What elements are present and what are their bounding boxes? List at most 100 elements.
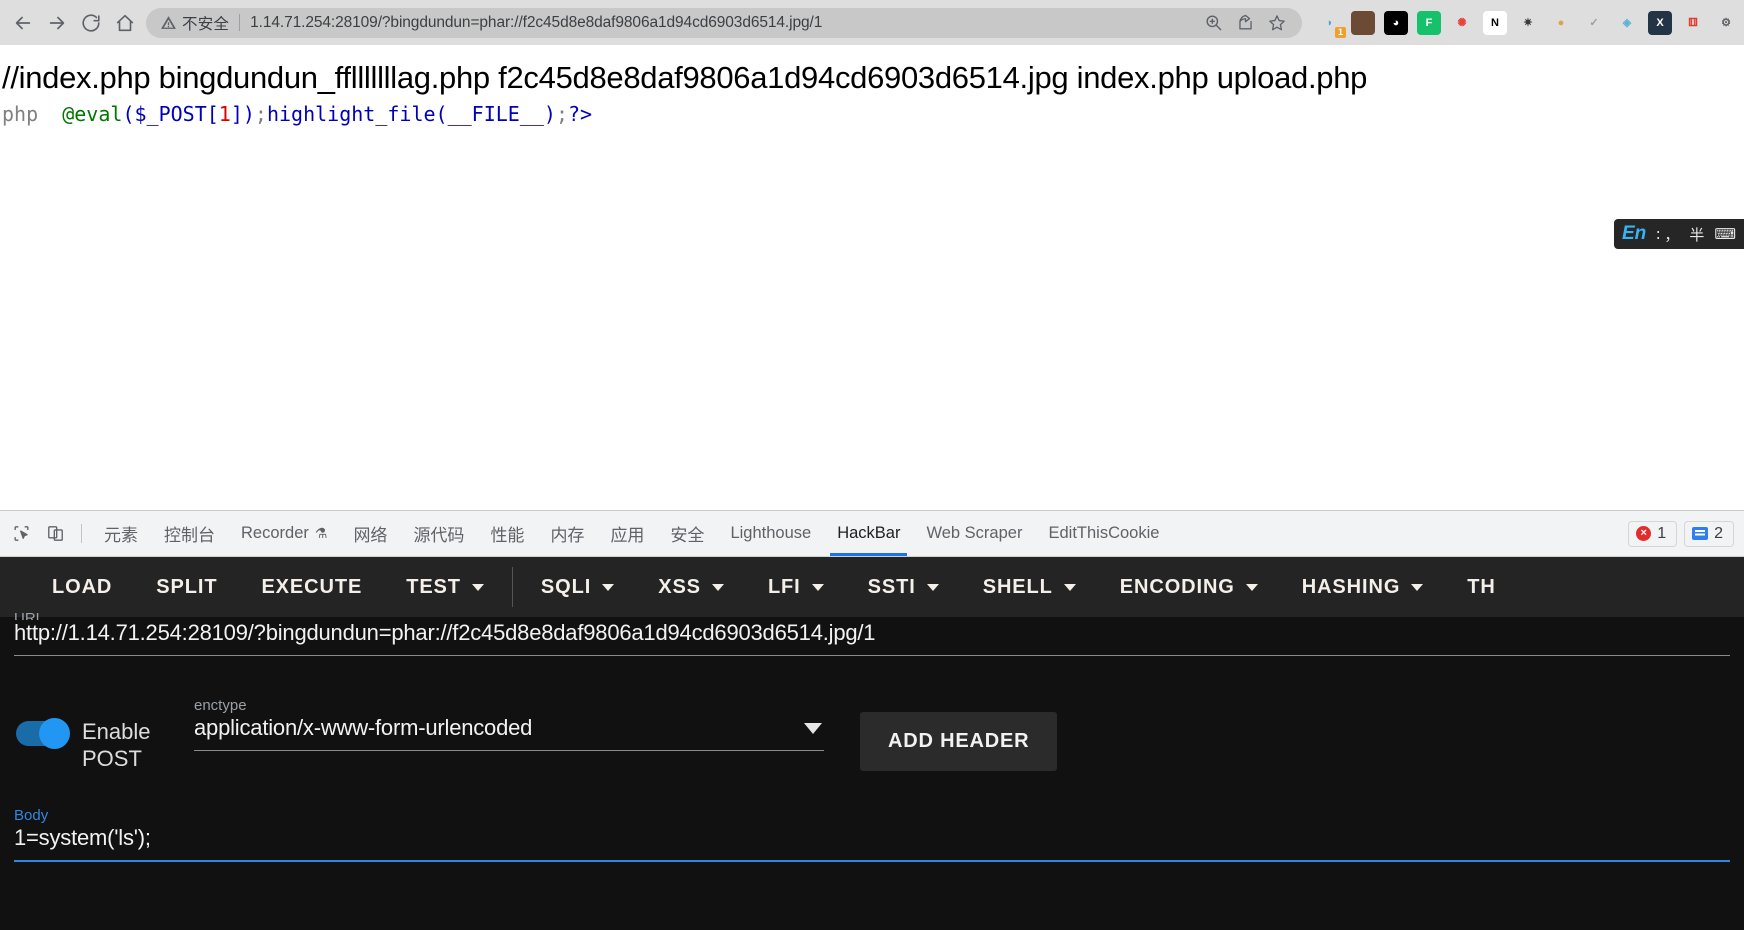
devtools-tab-内存[interactable]: 内存 [537, 511, 597, 556]
devtools-tab-hackbar[interactable]: HackBar [824, 511, 913, 556]
x-extension-icon[interactable]: X [1648, 10, 1672, 35]
ime-language-bar[interactable]: En ∶ ， 半 ⌨ [1613, 219, 1744, 249]
puzzle-extension-icon[interactable]: ⚙ [1714, 11, 1738, 35]
devtools-panel: 元素 控制台 Recorder ⚗ 网络 源代码 性能 内存 应用 安全 Lighthouse Hac… [0, 510, 1744, 930]
checkmark-extension-icon[interactable]: ✓ [1582, 11, 1606, 35]
notion-icon[interactable]: N [1483, 10, 1507, 35]
php-semicolon-2: ; [555, 102, 569, 126]
wappalyzer-icon[interactable]: ✷ [1516, 11, 1540, 35]
hackbar-test-button[interactable]: TEST [384, 576, 506, 599]
hackbar-sqli-button[interactable]: SQLI [519, 576, 636, 599]
hackbar-execute-button[interactable]: EXECUTE [239, 576, 384, 599]
command-output-line: //index.php bingdundun_fflllllllag.php f… [2, 60, 1368, 95]
devtools-tab-元素[interactable]: 元素 [91, 511, 151, 556]
ime-keyboard-icon[interactable]: ⌨ [1714, 225, 1736, 243]
chevron-down-icon[interactable] [804, 722, 822, 734]
hackbar-toolbar-divider [511, 567, 513, 607]
enable-post-toggle[interactable] [16, 718, 70, 749]
zoom-in-icon[interactable] [1200, 10, 1226, 36]
hackbar-button-label: SHELL [982, 575, 1053, 598]
forward-arrow-icon[interactable] [40, 6, 74, 40]
devtools-tab-web-scraper[interactable]: Web Scraper [913, 511, 1035, 556]
devtools-tab-控制台[interactable]: 控制台 [151, 511, 228, 556]
hackbar-button-label: LOAD [52, 575, 113, 598]
devtools-tab-网络[interactable]: 网络 [340, 511, 400, 556]
php-highlight-file-call: highlight_file [266, 102, 436, 126]
hackbar-xss-button[interactable]: XSS [636, 576, 746, 599]
chevron-down-icon[interactable] [926, 583, 939, 591]
dark-reader-icon[interactable]: ◕ [1384, 10, 1408, 35]
devtools-tab-recorder[interactable]: Recorder ⚗ [228, 511, 340, 556]
hackbar-ssti-button[interactable]: SSTI [846, 576, 961, 599]
grammarly-icon[interactable]: F [1417, 10, 1441, 35]
hackbar-url-field[interactable]: URL http://1.14.71.254:28109/?bingdundun… [14, 610, 1730, 656]
error-count-badge[interactable]: × 1 [1628, 520, 1678, 547]
hackbar-button-label: SSTI [867, 575, 916, 598]
devtools-tab-应用[interactable]: 应用 [597, 511, 657, 556]
hackbar-panel: LOAD SPLIT EXECUTE TEST SQLI XSS LFI SSTI SHELL E… [0, 557, 1744, 930]
error-count-label: 1 [1657, 524, 1667, 542]
php-close-tag: ?> [568, 102, 593, 126]
cookie-editor-icon[interactable]: ● [1549, 11, 1573, 35]
chevron-down-icon[interactable] [602, 583, 615, 591]
chevron-down-icon[interactable] [1063, 583, 1076, 591]
url-field-underline [14, 655, 1730, 656]
warning-count-badge[interactable]: 2 [1684, 520, 1734, 547]
chevron-down-icon[interactable] [471, 583, 484, 591]
devtools-tab-性能[interactable]: 性能 [477, 511, 537, 556]
devtools-tab-label: 控制台 [164, 526, 215, 545]
add-header-button[interactable]: ADD HEADER [860, 712, 1058, 771]
chevron-down-icon[interactable] [711, 583, 724, 591]
ime-width-icon[interactable]: 半 [1689, 224, 1704, 245]
globe-extension-icon[interactable]: ◈ [1615, 11, 1639, 35]
chevron-down-icon[interactable] [1245, 583, 1258, 591]
hackbar-button-label: LFI [767, 575, 801, 598]
devtools-tab-安全[interactable]: 安全 [657, 511, 717, 556]
proxy-switchy-icon[interactable]: ◗ 1 [1318, 11, 1346, 38]
chevron-down-icon[interactable] [811, 583, 824, 591]
back-arrow-icon[interactable] [6, 6, 40, 40]
bookmark-star-icon[interactable] [1264, 10, 1290, 36]
chevron-down-icon[interactable] [1411, 583, 1424, 591]
devtools-tab-源代码[interactable]: 源代码 [400, 511, 477, 556]
dice-extension-icon[interactable]: ⚅ [1681, 11, 1705, 35]
hackbar-button-label: HASHING [1301, 575, 1401, 598]
hackbar-shell-button[interactable]: SHELL [961, 576, 1098, 599]
enable-post-toggle-group[interactable]: Enable POST [14, 697, 194, 773]
hackbar-button-label: SPLIT [156, 575, 218, 598]
devtools-tab-editthiscookie[interactable]: EditThisCookie [1035, 511, 1172, 556]
url-text[interactable]: 1.14.71.254:28109/?bingdundun=phar://f2c… [250, 14, 1192, 32]
inspect-element-icon[interactable] [4, 511, 38, 556]
ime-punctuation-icon[interactable]: ∶ ， [1656, 224, 1679, 245]
device-toolbar-icon[interactable] [38, 511, 72, 556]
omnibox-actions [1200, 10, 1290, 36]
body-field-underline [14, 859, 1730, 862]
hackbar-lfi-button[interactable]: LFI [746, 576, 846, 599]
omnibox-divider [239, 14, 241, 31]
enable-post-label: Enable POST [82, 719, 151, 771]
enctype-select[interactable]: enctype application/x-www-form-urlencode… [194, 697, 824, 751]
enctype-value[interactable]: application/x-www-form-urlencoded [194, 715, 532, 741]
omnibox[interactable]: 不安全 1.14.71.254:28109/?bingdundun=phar:/… [146, 7, 1302, 38]
security-status-label: 不安全 [182, 15, 230, 33]
php-bracket-close: ] [230, 102, 243, 126]
devtools-tab-lighthouse[interactable]: Lighthouse [717, 511, 824, 556]
body-field-value[interactable]: 1=system('ls'); [14, 825, 1730, 851]
hackbar-th-button[interactable]: TH [1445, 576, 1517, 599]
hackbar-split-button[interactable]: SPLIT [134, 576, 239, 599]
share-icon[interactable] [1232, 10, 1258, 36]
url-field-value[interactable]: http://1.14.71.254:28109/?bingdundun=pha… [14, 620, 1730, 646]
ime-language-label[interactable]: En [1622, 223, 1646, 245]
hackbar-encoding-button[interactable]: ENCODING [1098, 576, 1280, 599]
home-icon[interactable] [108, 6, 142, 40]
pinwheel-icon[interactable]: ✺ [1450, 11, 1474, 35]
experimental-flask-icon: ⚗ [314, 525, 328, 541]
hackbar-load-button[interactable]: LOAD [30, 576, 134, 599]
hackbar-body-field[interactable]: Body 1=system('ls'); [14, 807, 1730, 862]
devtools-tab-label: 应用 [610, 526, 645, 545]
hackbar-button-label: TH [1467, 575, 1496, 598]
reload-icon[interactable] [74, 6, 108, 40]
avatar-extension-icon[interactable] [1351, 10, 1375, 35]
hackbar-hashing-button[interactable]: HASHING [1280, 576, 1446, 599]
message-icon [1692, 527, 1709, 540]
